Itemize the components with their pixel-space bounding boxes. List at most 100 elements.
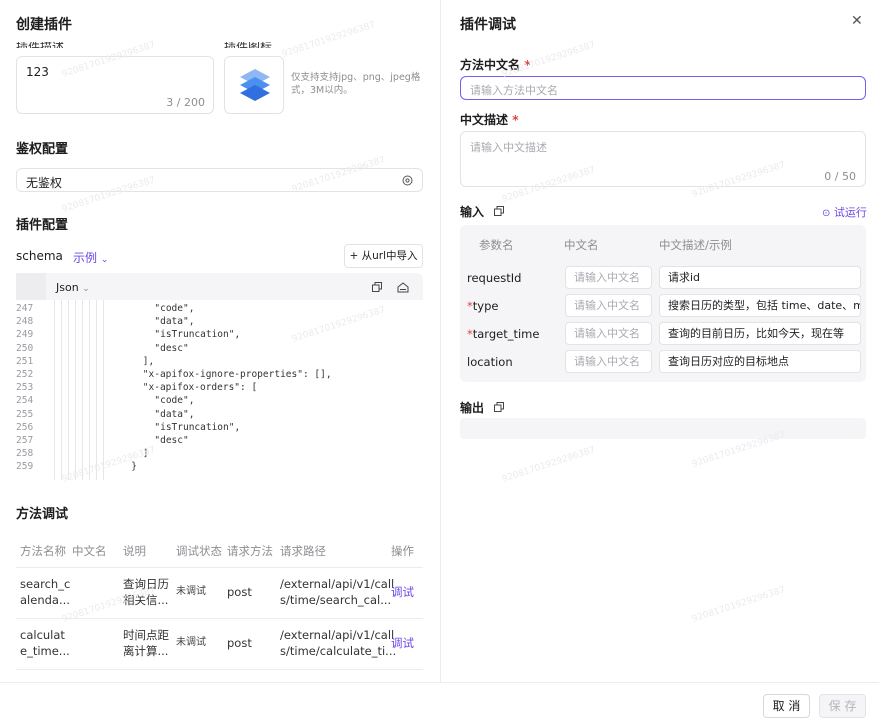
copy-icon[interactable]	[372, 282, 382, 292]
try-run-button[interactable]: ⊙ 试运行	[822, 204, 867, 220]
code-line-number: 257	[16, 435, 34, 446]
param-desc-input[interactable]: 请求id	[659, 266, 861, 289]
table-cell: /external/api/v1/call s/time/search_cal.…	[280, 577, 395, 607]
debug-link[interactable]: 调试	[391, 635, 414, 651]
schema-label: schema	[16, 249, 63, 263]
create-plugin-panel: 创建插件 插件描述 插件图标 123 3 / 200 仅支持支持jpg、png、…	[0, 0, 441, 682]
table-header: 调试状态	[176, 544, 222, 558]
code-line-number: 254	[16, 395, 34, 407]
desc-textarea[interactable]: 123 3 / 200	[16, 56, 214, 114]
code-toolbar: Json ⌄	[16, 273, 423, 300]
plugin-config-title: 插件配置	[16, 218, 69, 233]
code-line-number: 251	[16, 355, 34, 367]
table-header: 请求路径	[280, 544, 326, 558]
code-line-number: 253	[16, 382, 34, 394]
cn-desc-label: 中文描述 *	[460, 113, 519, 127]
param-desc-input[interactable]: 查询日历对应的目标地点	[659, 350, 861, 373]
table-cell: post	[227, 585, 252, 599]
close-icon[interactable]: ✕	[851, 13, 863, 29]
settings-icon	[402, 175, 413, 186]
gutter-header	[16, 273, 46, 300]
plugin-dialog: 创建插件 插件描述 插件图标 123 3 / 200 仅支持支持jpg、png、…	[0, 0, 879, 720]
table-cell: 未调试	[176, 637, 206, 648]
code-line-text: "desc"	[154, 435, 189, 446]
table-cell: 未调试	[176, 586, 206, 597]
example-dropdown[interactable]: 示例 ⌄	[73, 249, 108, 266]
code-line-text: ]	[142, 448, 149, 460]
table-cell: 时间点距 离计算...	[123, 628, 169, 658]
chevron-down-icon: ⌄	[82, 284, 90, 294]
plugin-icon-upload[interactable]	[224, 56, 284, 114]
code-line-number: 252	[16, 369, 34, 380]
code-line-number: 256	[16, 421, 34, 433]
code-line-text: "desc"	[154, 342, 189, 354]
dialog-footer: 取 消 保 存	[0, 682, 879, 720]
cn-desc-textarea[interactable]: 请输入中文描述 0 / 50	[460, 131, 866, 187]
param-cn-input[interactable]: 请输入中文名	[565, 266, 652, 289]
method-debug-title: 方法调试	[16, 507, 69, 522]
method-cn-input[interactable]: 请输入方法中文名	[460, 76, 866, 100]
param-name: location	[467, 355, 513, 369]
table-cell: calculat e_time...	[20, 628, 70, 658]
param-desc-input[interactable]: 查询的目前日历，比如今天，现在等	[659, 322, 861, 345]
layers-icon	[240, 69, 270, 101]
desc-label: 插件描述	[16, 42, 64, 48]
code-line-number: 255	[16, 408, 34, 420]
auth-value: 无鉴权	[26, 176, 63, 190]
code-line-number: 248	[16, 316, 34, 328]
code-line-number: 247	[16, 303, 34, 314]
desc-count: 3 / 200	[166, 96, 205, 109]
input-title: 输入	[460, 205, 485, 219]
copy-icon[interactable]	[494, 206, 504, 216]
param-desc-input[interactable]: 搜索日历的类型，包括 time、date、moi	[659, 294, 861, 317]
code-line-number: 259	[16, 461, 34, 473]
param-name: *target_time	[467, 327, 540, 341]
import-from-url-button[interactable]: + 从url中导入	[344, 244, 423, 268]
param-name: *type	[467, 299, 499, 313]
table-cell: post	[227, 636, 252, 650]
table-header: 操作	[391, 544, 414, 558]
cn-desc-placeholder: 请输入中文描述	[470, 141, 547, 154]
table-cell: /external/api/v1/call s/time/calculate_t…	[280, 628, 397, 658]
input-table-header: 中文描述/示例	[659, 238, 732, 252]
copy-icon[interactable]	[494, 402, 504, 412]
format-select[interactable]: Json ⌄	[56, 281, 90, 294]
code-line-text: }	[131, 461, 137, 473]
debug-link[interactable]: 调试	[391, 584, 414, 600]
format-value: Json	[56, 281, 79, 294]
schema-code-editor[interactable]: 247 "code", 248 "data", 249 "isTruncation", 25…	[16, 300, 423, 480]
auth-select[interactable]: 无鉴权	[16, 168, 423, 192]
input-table-header: 参数名	[479, 238, 514, 252]
code-line-text: "code",	[154, 395, 195, 407]
code-line-text: "data",	[154, 316, 195, 328]
param-cn-input[interactable]: 请输入中文名	[565, 294, 652, 317]
plugin-debug-panel: 插件调试 ✕ 方法中文名 * 请输入方法中文名 中文描述 * 请输入中文描述 0…	[442, 0, 879, 682]
save-button[interactable]: 保 存	[819, 694, 866, 718]
cancel-button[interactable]: 取 消	[763, 694, 810, 718]
method-cn-placeholder: 请输入方法中文名	[470, 84, 558, 97]
param-cn-input[interactable]: 请输入中文名	[565, 350, 652, 373]
param-cn-input[interactable]: 请输入中文名	[565, 322, 652, 345]
desc-value: 123	[26, 65, 49, 79]
auth-section-title: 鉴权配置	[16, 142, 69, 157]
cn-desc-count: 0 / 50	[824, 170, 856, 183]
debug-panel-title: 插件调试	[460, 17, 516, 33]
output-area	[460, 418, 866, 439]
table-cell: 查询日历 相关信...	[123, 577, 169, 607]
output-title: 输出	[460, 401, 485, 415]
code-line-number: 249	[16, 329, 34, 341]
chevron-down-icon: ⌄	[100, 255, 109, 265]
table-cell: search_c alenda...	[20, 577, 71, 607]
code-line-number: 250	[16, 342, 34, 354]
table-header: 中文名	[72, 544, 107, 558]
table-header: 方法名称	[20, 544, 66, 558]
format-icon[interactable]	[397, 281, 409, 293]
param-name: requestId	[467, 271, 522, 285]
input-params-table: 参数名 中文名 中文描述/示例 requestId 请输入中文名 请求id *type 请输入…	[460, 225, 866, 382]
code-line-number: 258	[16, 448, 34, 460]
code-line-text: "isTruncation",	[154, 421, 241, 433]
table-header: 说明	[123, 544, 146, 558]
icon-label: 插件图标	[224, 42, 272, 48]
upload-hint: 仅支持支持jpg、png、jpeg格式，3M以内。	[291, 72, 421, 96]
table-header: 请求方法	[227, 544, 273, 558]
